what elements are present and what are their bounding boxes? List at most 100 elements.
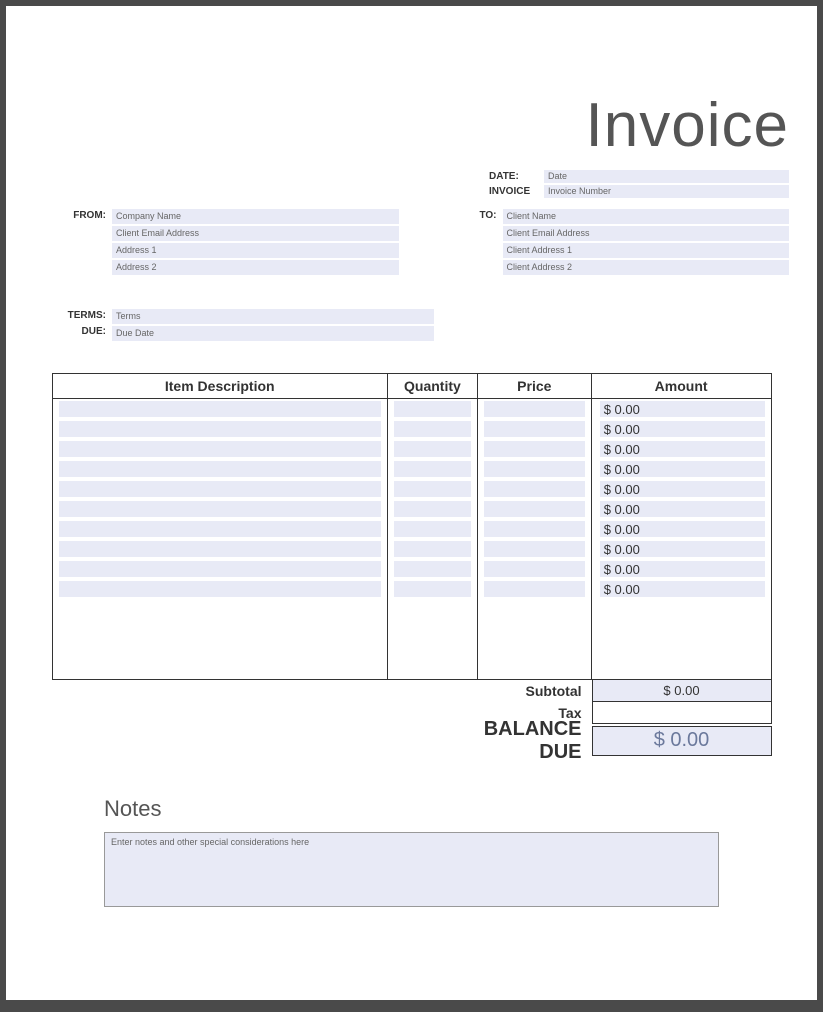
item-desc-cell[interactable] — [52, 579, 387, 599]
from-company-input[interactable]: Company Name — [112, 209, 399, 224]
item-amount-cell: $ 0.00 — [591, 499, 771, 519]
date-input[interactable]: Date — [544, 170, 789, 183]
from-column: FROM: Company Name Client Email Address … — [34, 209, 399, 277]
item-amount-cell: $ 0.00 — [591, 539, 771, 559]
blank-cell[interactable] — [387, 599, 477, 619]
terms-block: TERMS: DUE: Terms Due Date — [34, 309, 434, 343]
subtotal-label: Subtotal — [478, 683, 592, 699]
item-amount-cell: $ 0.00 — [591, 519, 771, 539]
item-amount-cell: $ 0.00 — [591, 399, 771, 420]
item-qty-cell[interactable] — [387, 539, 477, 559]
subtotal-value: $ 0.00 — [592, 680, 772, 702]
item-desc-cell[interactable] — [52, 459, 387, 479]
item-price-cell[interactable] — [477, 559, 591, 579]
item-amount-cell: $ 0.00 — [591, 419, 771, 439]
item-price-cell[interactable] — [477, 459, 591, 479]
item-price-cell[interactable] — [477, 479, 591, 499]
item-amount-cell: $ 0.00 — [591, 459, 771, 479]
item-amount-cell: $ 0.00 — [591, 479, 771, 499]
table-row: $ 0.00 — [52, 499, 771, 519]
blank-cell[interactable] — [591, 619, 771, 639]
blank-cell[interactable] — [387, 619, 477, 639]
item-price-cell[interactable] — [477, 399, 591, 420]
header-amount: Amount — [591, 374, 771, 399]
item-qty-cell[interactable] — [387, 439, 477, 459]
blank-cell[interactable] — [52, 599, 387, 619]
table-row: $ 0.00 — [52, 419, 771, 439]
from-email-input[interactable]: Client Email Address — [112, 226, 399, 241]
item-desc-cell[interactable] — [52, 399, 387, 420]
item-qty-cell[interactable] — [387, 519, 477, 539]
table-row-blank — [52, 599, 771, 619]
blank-cell[interactable] — [477, 639, 591, 659]
item-price-cell[interactable] — [477, 499, 591, 519]
item-desc-cell[interactable] — [52, 519, 387, 539]
to-label: TO: — [425, 209, 503, 277]
to-address1-input[interactable]: Client Address 1 — [503, 243, 790, 258]
from-address1-input[interactable]: Address 1 — [112, 243, 399, 258]
blank-cell[interactable] — [591, 639, 771, 659]
item-desc-cell[interactable] — [52, 419, 387, 439]
item-qty-cell[interactable] — [387, 559, 477, 579]
item-price-cell[interactable] — [477, 519, 591, 539]
table-row: $ 0.00 — [52, 539, 771, 559]
item-price-cell[interactable] — [477, 579, 591, 599]
to-email-input[interactable]: Client Email Address — [503, 226, 790, 241]
table-row: $ 0.00 — [52, 579, 771, 599]
notes-textarea[interactable]: Enter notes and other special considerat… — [104, 832, 719, 907]
table-row-blank — [52, 659, 771, 679]
blank-cell[interactable] — [591, 659, 771, 679]
header-description: Item Description — [52, 374, 387, 399]
balance-due-label: BALANCE DUE — [478, 718, 592, 764]
blank-cell[interactable] — [52, 619, 387, 639]
terms-input[interactable]: Terms — [112, 309, 434, 324]
due-date-input[interactable]: Due Date — [112, 326, 434, 341]
blank-cell[interactable] — [52, 659, 387, 679]
item-desc-cell[interactable] — [52, 559, 387, 579]
blank-cell[interactable] — [387, 639, 477, 659]
tax-value[interactable] — [592, 702, 772, 724]
item-price-cell[interactable] — [477, 439, 591, 459]
blank-cell[interactable] — [477, 599, 591, 619]
item-qty-cell[interactable] — [387, 479, 477, 499]
item-desc-cell[interactable] — [52, 479, 387, 499]
item-desc-cell[interactable] — [52, 539, 387, 559]
item-amount-cell: $ 0.00 — [591, 559, 771, 579]
terms-label: TERMS: — [34, 309, 106, 325]
header-quantity: Quantity — [387, 374, 477, 399]
to-name-input[interactable]: Client Name — [503, 209, 790, 224]
from-address2-input[interactable]: Address 2 — [112, 260, 399, 275]
blank-cell[interactable] — [477, 619, 591, 639]
blank-cell[interactable] — [477, 659, 591, 679]
item-qty-cell[interactable] — [387, 419, 477, 439]
item-desc-cell[interactable] — [52, 499, 387, 519]
meta-block: DATE: Date INVOICE Invoice Number — [489, 169, 789, 199]
to-address2-input[interactable]: Client Address 2 — [503, 260, 790, 275]
invoice-number-input[interactable]: Invoice Number — [544, 185, 789, 198]
table-row-blank — [52, 619, 771, 639]
due-label: DUE: — [34, 325, 106, 341]
notes-block: Notes Enter notes and other special cons… — [104, 796, 719, 907]
item-amount-cell: $ 0.00 — [591, 579, 771, 599]
blank-cell[interactable] — [52, 639, 387, 659]
blank-cell[interactable] — [387, 659, 477, 679]
table-row: $ 0.00 — [52, 459, 771, 479]
item-desc-cell[interactable] — [52, 439, 387, 459]
blank-cell[interactable] — [591, 599, 771, 619]
items-table: Item Description Quantity Price Amount $… — [52, 373, 772, 680]
item-price-cell[interactable] — [477, 419, 591, 439]
item-price-cell[interactable] — [477, 539, 591, 559]
item-qty-cell[interactable] — [387, 399, 477, 420]
table-row: $ 0.00 — [52, 439, 771, 459]
page-title: Invoice — [34, 90, 789, 161]
table-row: $ 0.00 — [52, 399, 771, 420]
table-row: $ 0.00 — [52, 479, 771, 499]
notes-heading: Notes — [104, 796, 719, 822]
table-row-blank — [52, 639, 771, 659]
totals-block: Subtotal $ 0.00 Tax BALANCE DUE $ 0.00 — [52, 680, 772, 756]
item-qty-cell[interactable] — [387, 459, 477, 479]
table-row: $ 0.00 — [52, 519, 771, 539]
item-qty-cell[interactable] — [387, 579, 477, 599]
to-column: TO: Client Name Client Email Address Cli… — [425, 209, 790, 277]
item-qty-cell[interactable] — [387, 499, 477, 519]
